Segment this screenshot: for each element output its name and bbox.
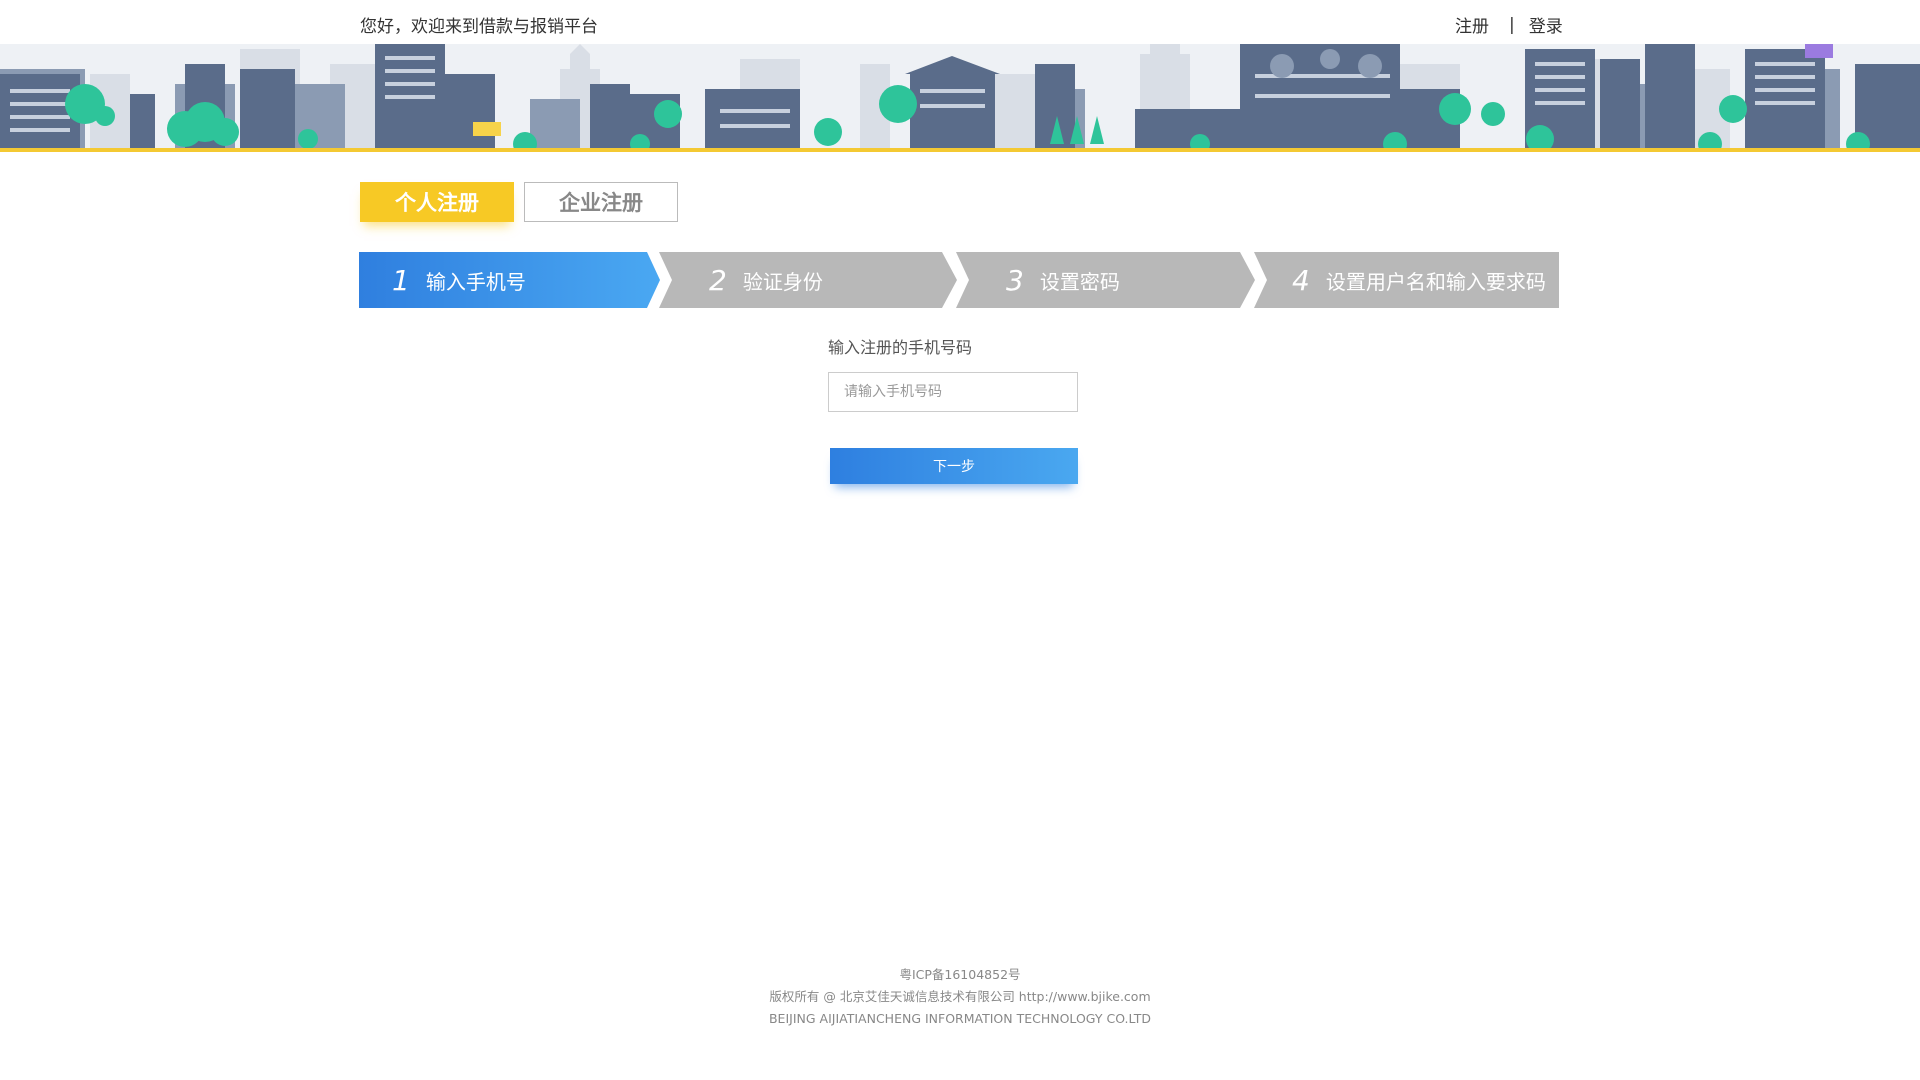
step-1-number: 1 — [392, 263, 410, 297]
step-2-label: 验证身份 — [742, 269, 823, 294]
top-links-separator: | — [1509, 14, 1515, 35]
footer-company-en: BEIJING AIJIATIANCHENG INFORMATION TECHN… — [768, 1011, 1151, 1026]
top-links: 注册 | 登录 — [1455, 12, 1563, 38]
registration-steps: 1 输入手机号 2 验证身份 3 设置密码 4 设置用户名和输入要求码 — [359, 252, 1559, 308]
register-link[interactable]: 注册 — [1455, 12, 1489, 37]
step-3-label: 设置密码 — [1039, 269, 1120, 294]
step-4: 4 设置用户名和输入要求码 — [1292, 252, 1546, 308]
city-skyline-banner — [0, 44, 1920, 152]
step-4-label: 设置用户名和输入要求码 — [1325, 269, 1546, 294]
register-type-tabs: 个人注册 企业注册 — [360, 182, 678, 222]
step-1-label: 输入手机号 — [425, 269, 526, 294]
footer: 粤ICP备16104852号 版权所有 @ 北京艾佳天诚信息技术有限公司 htt… — [0, 964, 1920, 1030]
city-skyline-illustration — [0, 44, 1920, 152]
step-3-number: 3 — [1006, 263, 1024, 297]
footer-icp: 粤ICP备16104852号 — [899, 967, 1021, 982]
next-step-button[interactable]: 下一步 — [830, 448, 1078, 484]
phone-field-label: 输入注册的手机号码 — [828, 338, 973, 357]
phone-input[interactable] — [828, 372, 1078, 412]
login-link[interactable]: 登录 — [1529, 12, 1563, 37]
tab-enterprise-register[interactable]: 企业注册 — [524, 182, 678, 222]
welcome-text: 您好，欢迎来到借款与报销平台 — [360, 17, 598, 37]
footer-copyright: 版权所有 @ 北京艾佳天诚信息技术有限公司 http://www.bjike.c… — [769, 989, 1151, 1004]
step-2: 2 验证身份 — [709, 252, 823, 308]
top-bar: 您好，欢迎来到借款与报销平台 注册 | 登录 — [0, 0, 1920, 44]
step-3: 3 设置密码 — [1006, 252, 1120, 308]
tab-personal-register[interactable]: 个人注册 — [360, 182, 514, 222]
step-2-number: 2 — [709, 263, 727, 297]
step-4-number: 4 — [1292, 263, 1310, 297]
step-1: 1 输入手机号 — [392, 252, 526, 308]
